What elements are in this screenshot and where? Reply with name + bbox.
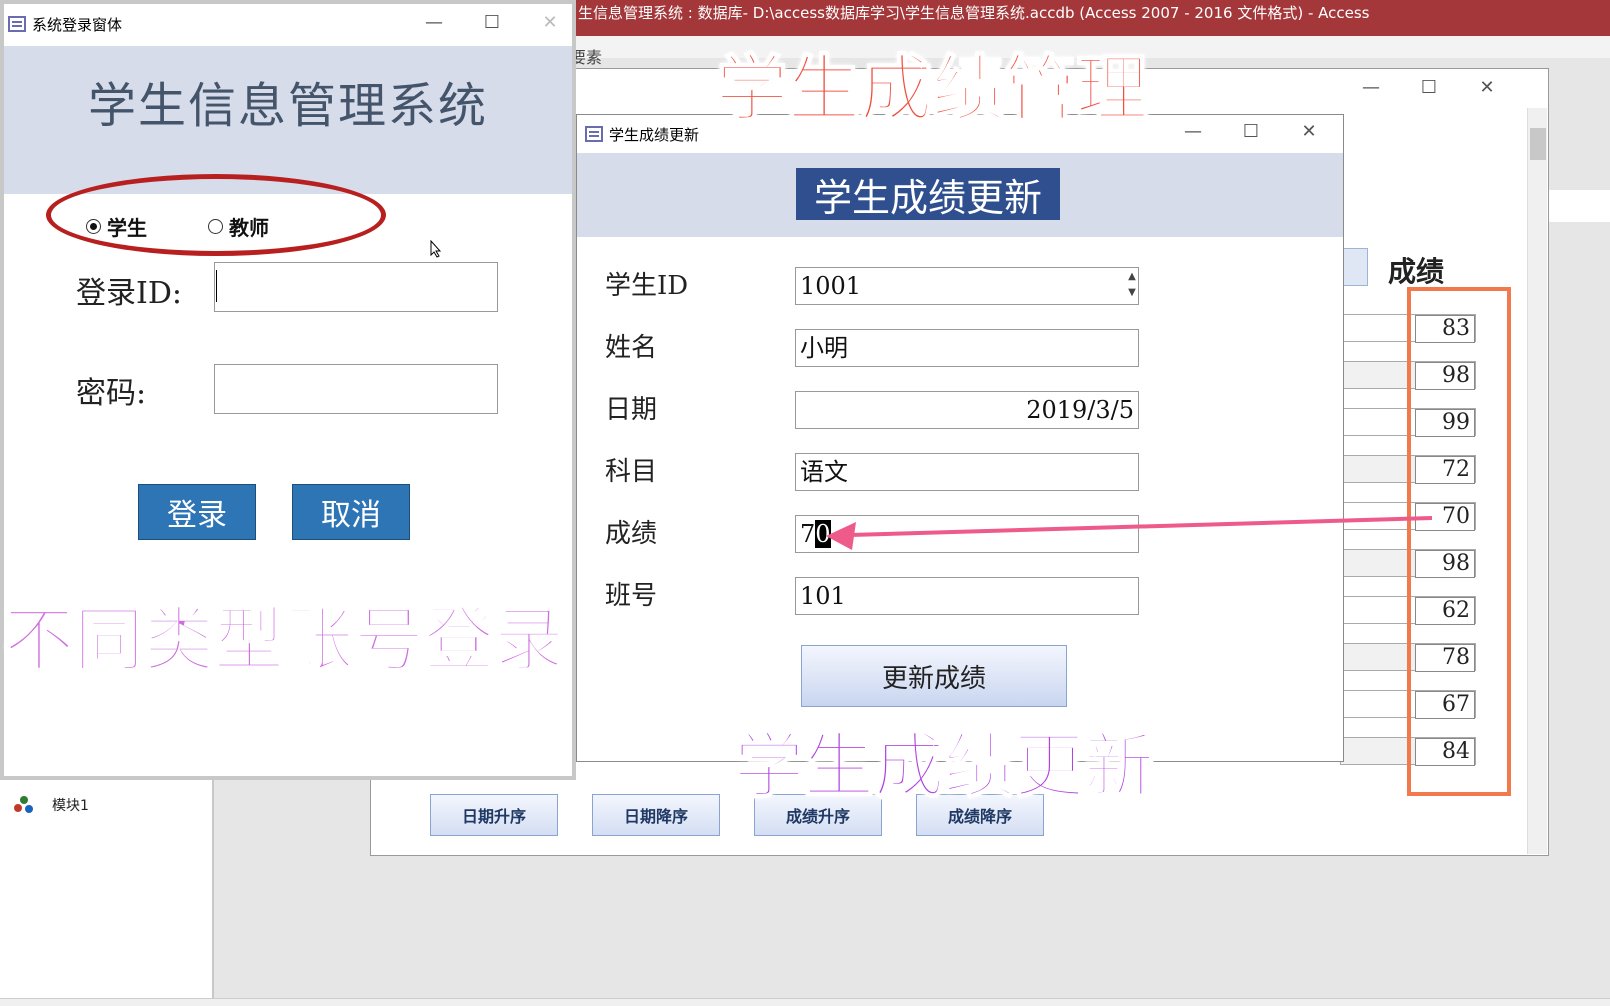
arrow-head-icon (826, 522, 856, 550)
annotation-arrow (826, 516, 1433, 550)
caption-grade-update: 学生成绩更新 (733, 724, 1155, 808)
caption-login-types: 不同类型账号登录 (3, 598, 565, 682)
arrow-line (849, 516, 1433, 537)
caption-grade-management: 学生成绩管理 (715, 46, 1149, 132)
